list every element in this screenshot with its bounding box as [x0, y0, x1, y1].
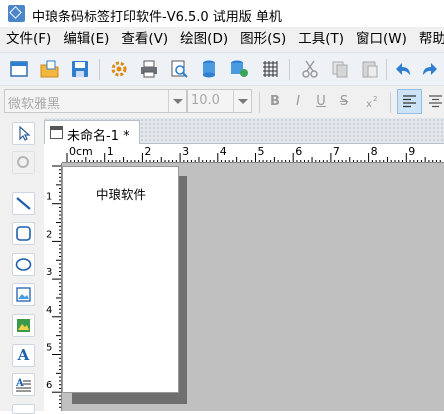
- ruler-unit: cm: [76, 145, 93, 158]
- database-settings-icon[interactable]: [228, 59, 250, 79]
- superscript-icon[interactable]: x 2: [365, 93, 383, 111]
- toolbar-separator: [259, 92, 260, 113]
- menu-help[interactable]: 帮助: [413, 27, 444, 52]
- paste-icon[interactable]: [359, 59, 381, 79]
- select-tool-button[interactable]: [12, 122, 35, 145]
- chevron-down-icon[interactable]: [233, 90, 251, 112]
- horizontal-ruler-ticks: 0 1 2 3 4 5 6 7 8 9: [66, 145, 441, 162]
- toolbar-separator: [99, 59, 100, 80]
- main-toolbar: [0, 52, 444, 86]
- toolbar-separator: [289, 59, 290, 80]
- rich-text-tool-button[interactable]: A: [12, 373, 35, 396]
- tool-panel: A A: [0, 118, 44, 414]
- settings-icon[interactable]: [108, 59, 130, 79]
- ruler-number: 7: [333, 145, 340, 158]
- svg-text:A: A: [15, 378, 24, 389]
- ruler-number: 5: [258, 145, 265, 158]
- font-name-dropdown[interactable]: 微软雅黑: [4, 89, 187, 113]
- menu-file[interactable]: 文件(F): [0, 27, 51, 52]
- svg-text:x: x: [366, 99, 372, 110]
- ruler-number: 1: [107, 145, 114, 158]
- toolbar-separator: [386, 59, 387, 80]
- copy-icon[interactable]: [329, 59, 351, 79]
- vertical-ruler-ticks: 1 2 3 4 5 6: [46, 165, 61, 408]
- redo-icon[interactable]: [419, 59, 441, 79]
- image-icon: [16, 287, 31, 302]
- ruler-number: 6: [46, 380, 52, 391]
- database-icon[interactable]: [198, 59, 220, 79]
- open-icon[interactable]: [39, 59, 61, 79]
- ruler-number: 8: [371, 145, 378, 158]
- print-icon[interactable]: [138, 59, 160, 79]
- bold-button[interactable]: B: [266, 93, 284, 111]
- tab-document-label: 未命名-1 *: [67, 129, 130, 144]
- ruler-number: 3: [182, 145, 189, 158]
- ruler-number: 4: [220, 145, 227, 158]
- title-bar: 中琅条码标签打印软件-V6.5.0 试用版 单机: [0, 0, 444, 27]
- font-name-value: 微软雅黑: [8, 97, 61, 112]
- font-size-value: 10.0: [191, 93, 220, 108]
- label-canvas[interactable]: 中琅软件: [62, 166, 179, 393]
- image-tool-button[interactable]: [12, 283, 35, 306]
- undo-icon[interactable]: [392, 59, 414, 79]
- rotate-icon: [17, 156, 29, 168]
- document-icon: [50, 126, 63, 139]
- toolbar-separator: [390, 92, 391, 113]
- vertical-ruler: 1 2 3 4 5 6: [44, 163, 62, 411]
- ruler-number: 2: [46, 229, 52, 240]
- svg-text:2: 2: [373, 95, 377, 103]
- more-tools-button[interactable]: [12, 404, 35, 414]
- strikethrough-button[interactable]: S: [335, 93, 353, 111]
- grid-icon[interactable]: [259, 59, 281, 79]
- font-size-dropdown[interactable]: 10.0: [187, 89, 252, 113]
- ellipse-icon: [15, 258, 32, 271]
- menu-bar: 文件(F) 编辑(E) 查看(V) 绘图(D) 图形(S) 工具(T) 窗口(W…: [0, 27, 444, 52]
- rich-text-icon: A: [15, 378, 31, 392]
- align-left-button[interactable]: [397, 89, 422, 114]
- ruler-corner: [44, 144, 62, 163]
- select-arrow-icon: [19, 125, 31, 141]
- ruler-number: 6: [295, 145, 302, 158]
- text-tool-button[interactable]: A: [12, 344, 35, 367]
- menu-edit[interactable]: 编辑(E): [57, 27, 109, 52]
- ruler-number: 5: [46, 343, 52, 354]
- align-center-icon[interactable]: [428, 94, 443, 109]
- ruler-number: 3: [46, 267, 52, 278]
- menu-draw[interactable]: 绘图(D): [174, 27, 228, 52]
- menu-tools[interactable]: 工具(T): [292, 27, 344, 52]
- ruler-number: 1: [46, 192, 52, 203]
- rectangle-tool-button[interactable]: [12, 222, 35, 245]
- horizontal-ruler: 0 1 2 3 4 5 6 7 8 9 cm: [62, 144, 444, 163]
- ruler-number: 4: [46, 305, 52, 316]
- rounded-rect-icon: [16, 226, 31, 241]
- save-icon[interactable]: [69, 59, 91, 79]
- underline-button[interactable]: U: [312, 93, 330, 111]
- picture-icon: [17, 319, 30, 332]
- cut-icon[interactable]: [299, 59, 321, 79]
- ruler-number: 2: [144, 145, 151, 158]
- menu-view[interactable]: 查看(V): [115, 27, 168, 52]
- picture-tool-button[interactable]: [12, 314, 35, 337]
- rotate-tool-button[interactable]: [12, 151, 35, 174]
- italic-button[interactable]: I: [289, 93, 307, 111]
- align-left-icon: [403, 95, 416, 108]
- line-icon: [16, 197, 31, 210]
- ruler-number: 0: [69, 145, 76, 158]
- chevron-down-icon[interactable]: [168, 90, 186, 112]
- window-title: 中琅条码标签打印软件-V6.5.0 试用版 单机: [32, 10, 282, 25]
- tab-document[interactable]: 未命名-1 *: [44, 120, 140, 144]
- print-preview-icon[interactable]: [168, 59, 190, 79]
- new-icon[interactable]: [8, 59, 30, 79]
- menu-shape[interactable]: 图形(S): [234, 27, 286, 52]
- ellipse-tool-button[interactable]: [12, 253, 35, 276]
- menu-window[interactable]: 窗口(W): [350, 27, 407, 52]
- label-text-object[interactable]: 中琅软件: [96, 184, 146, 203]
- line-tool-button[interactable]: [12, 192, 35, 215]
- app-logo-icon: [8, 5, 25, 22]
- ruler-number: 9: [408, 145, 415, 158]
